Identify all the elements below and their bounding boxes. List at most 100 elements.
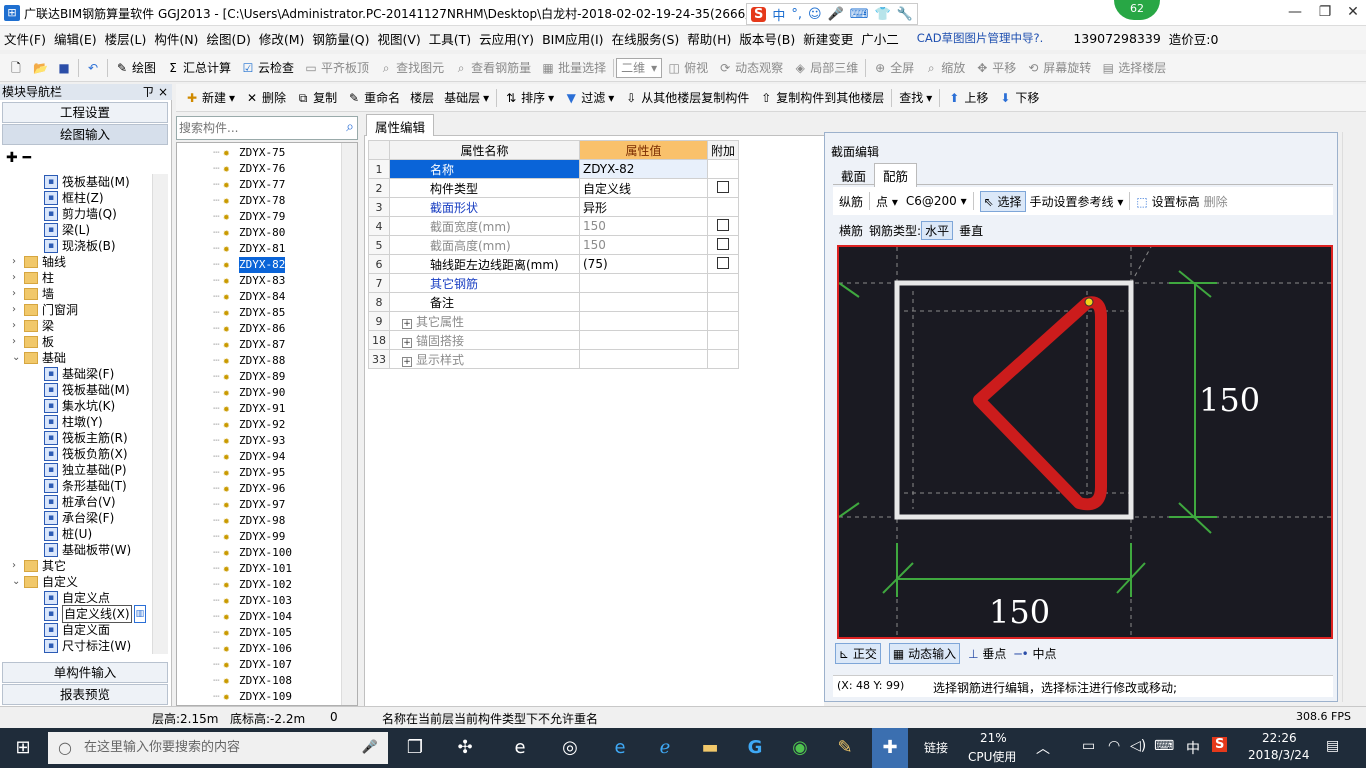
expand-plus-icon[interactable]: + bbox=[402, 356, 412, 367]
search-box[interactable]: ⌕ bbox=[176, 116, 358, 140]
long-rebar-label[interactable]: 纵筋 bbox=[839, 193, 863, 210]
menu-file[interactable]: 文件(F) bbox=[0, 29, 50, 48]
checkbox[interactable] bbox=[717, 256, 729, 269]
vertical-button[interactable]: 垂直 bbox=[959, 222, 983, 239]
menu-help[interactable]: 帮助(H) bbox=[683, 29, 735, 48]
tree-item[interactable]: ▪ 梁(L) bbox=[4, 222, 152, 238]
table-row[interactable]: 5 截面高度(mm) 150 bbox=[368, 235, 740, 255]
active-app-icon[interactable]: ✚ bbox=[872, 728, 908, 768]
expand-plus-icon[interactable]: + bbox=[402, 318, 412, 329]
rotate-button[interactable]: ⟲ 屏幕旋转 bbox=[1021, 57, 1096, 79]
pin-close-icon[interactable]: ㄗ × bbox=[142, 84, 168, 100]
table-row[interactable]: 6 轴线距左边线距离(mm) (75) bbox=[368, 254, 740, 274]
menu-account[interactable]: 13907298339 bbox=[1047, 31, 1164, 46]
tree-item[interactable]: ▪ 尺寸标注(W) bbox=[4, 638, 152, 654]
list-item[interactable]: ┄ ✹ ZDYX-96 bbox=[177, 481, 341, 497]
property-extra[interactable] bbox=[706, 311, 740, 331]
menu-cloud[interactable]: 云应用(Y) bbox=[475, 29, 538, 48]
rebar-shape[interactable] bbox=[973, 296, 1107, 511]
menu-new-change[interactable]: 新建变更 bbox=[799, 29, 857, 48]
local-3d-button[interactable]: ◈ 局部三维 bbox=[788, 57, 863, 79]
list-item[interactable]: ┄ ✹ ZDYX-109 bbox=[177, 689, 341, 705]
batch-select-button[interactable]: ▦ 批量选择 bbox=[536, 57, 611, 79]
tree-folder[interactable]: › 柱 bbox=[4, 270, 152, 286]
copy-from-floor-button[interactable]: ⇩ 从其他楼层复制构件 bbox=[619, 87, 754, 109]
app-icon-swirl[interactable]: ◎ bbox=[555, 734, 585, 762]
property-value[interactable]: (75) bbox=[579, 254, 708, 274]
tree-item[interactable]: ▪ 剪力墙(Q) bbox=[4, 206, 152, 222]
windows-start-icon[interactable]: ⊞ bbox=[8, 734, 38, 762]
horizontal-button[interactable]: 水平 bbox=[921, 220, 954, 240]
flat-top-button[interactable]: ▭ 平齐板顶 bbox=[299, 57, 374, 79]
expand-plus-icon[interactable]: + bbox=[402, 337, 412, 348]
list-item[interactable]: ┄ ✹ ZDYX-85 bbox=[177, 305, 341, 321]
top-view-button[interactable]: ◫ 俯视 bbox=[662, 57, 713, 79]
wifi-icon[interactable]: ◠ bbox=[1108, 738, 1120, 754]
link-label[interactable]: 链接 bbox=[924, 739, 948, 756]
menu-tools[interactable]: 工具(T) bbox=[425, 29, 475, 48]
tree-folder[interactable]: › 板 bbox=[4, 334, 152, 350]
microphone-icon[interactable]: 🎤 bbox=[362, 732, 378, 764]
property-value[interactable]: ZDYX-82 bbox=[579, 159, 708, 179]
main-scrollbar[interactable] bbox=[1342, 132, 1358, 702]
delete-button[interactable]: ✕ 删除 bbox=[240, 87, 291, 109]
list-item[interactable]: ┄ ✹ ZDYX-94 bbox=[177, 449, 341, 465]
list-item[interactable]: ┄ ✹ ZDYX-101 bbox=[177, 561, 341, 577]
ime-skin-icon[interactable]: 👕 bbox=[875, 7, 891, 22]
rebar-spec-select[interactable]: C6@200 ▾ bbox=[902, 194, 967, 208]
rebar-node-marker[interactable] bbox=[1084, 297, 1094, 307]
tree-scrollbar[interactable] bbox=[152, 174, 168, 654]
fullscreen-button[interactable]: ⊕ 全屏 bbox=[868, 57, 919, 79]
tree-item[interactable]: ▪ 自定义线(X) ▥ bbox=[4, 605, 152, 623]
property-extra[interactable] bbox=[706, 254, 740, 274]
list-item[interactable]: ┄ ✹ ZDYX-75 bbox=[177, 145, 341, 161]
property-extra[interactable] bbox=[706, 235, 740, 255]
grid-view-icon[interactable]: ▥ bbox=[133, 605, 147, 623]
tree-item[interactable]: ▪ 现浇板(B) bbox=[4, 238, 152, 254]
single-component-input-button[interactable]: 单构件输入 bbox=[2, 662, 168, 683]
filter-button[interactable]: ▼ 过滤 ▾ bbox=[559, 87, 619, 109]
notification-badge[interactable]: 62 bbox=[1114, 0, 1160, 20]
tree-item[interactable]: ▪ 基础梁(F) bbox=[4, 366, 152, 382]
tree-item[interactable]: ▪ 承台梁(F) bbox=[4, 510, 152, 526]
expand-collapse-icons[interactable]: ✚ ━ bbox=[6, 150, 31, 166]
tree-item[interactable]: ▪ 柱墩(Y) bbox=[4, 414, 152, 430]
menu-rebar[interactable]: 钢筋量(Q) bbox=[308, 29, 373, 48]
table-row[interactable]: 3 截面形状 异形 bbox=[368, 197, 740, 217]
property-value[interactable] bbox=[579, 273, 708, 293]
tree-item[interactable]: ▪ 框柱(Z) bbox=[4, 190, 152, 206]
perpendicular-button[interactable]: ⊥ 垂点 bbox=[968, 645, 1006, 662]
tree-item[interactable]: ▪ 自定义点 bbox=[4, 590, 152, 606]
list-item[interactable]: ┄ ✹ ZDYX-100 bbox=[177, 545, 341, 561]
list-item[interactable]: ┄ ✹ ZDYX-88 bbox=[177, 353, 341, 369]
list-item[interactable]: ┄ ✹ ZDYX-77 bbox=[177, 177, 341, 193]
tree-folder[interactable]: › 墙 bbox=[4, 286, 152, 302]
table-row[interactable]: 18 + 锚固搭接 bbox=[368, 330, 740, 350]
table-row[interactable]: 4 截面宽度(mm) 150 bbox=[368, 216, 740, 236]
tree-item[interactable]: ▪ 集水坑(K) bbox=[4, 398, 152, 414]
dimension-width-label[interactable]: 150 bbox=[989, 593, 1050, 631]
list-item[interactable]: ┄ ✹ ZDYX-92 bbox=[177, 417, 341, 433]
set-label-button[interactable]: ⬚ 设置标高 bbox=[1136, 193, 1199, 210]
sogou-tray-icon[interactable]: S bbox=[1212, 737, 1228, 752]
chevron-right-icon[interactable]: › bbox=[12, 302, 24, 318]
sum-calc-button[interactable]: Σ 汇总计算 bbox=[161, 57, 236, 79]
list-item[interactable]: ┄ ✹ ZDYX-80 bbox=[177, 225, 341, 241]
list-item[interactable]: ┄ ✹ ZDYX-99 bbox=[177, 529, 341, 545]
menu-edit[interactable]: 编辑(E) bbox=[50, 29, 101, 48]
tab-property-edit[interactable]: 属性编辑 bbox=[366, 114, 435, 138]
green-app-icon[interactable]: ◉ bbox=[785, 734, 815, 762]
glodon-g-icon[interactable]: G bbox=[740, 734, 770, 762]
tree-item[interactable]: ▪ 自定义面 bbox=[4, 622, 152, 638]
dynamic-observe-button[interactable]: ⟳ 动态观察 bbox=[713, 57, 788, 79]
chevron-down-icon[interactable]: ⌄ bbox=[12, 350, 24, 366]
list-item[interactable]: ┄ ✹ ZDYX-104 bbox=[177, 609, 341, 625]
property-extra[interactable] bbox=[706, 178, 740, 198]
menu-beans[interactable]: 造价豆:0 bbox=[1165, 29, 1223, 48]
view-mode-select[interactable]: 二维 ▾ bbox=[616, 57, 663, 78]
section-canvas[interactable]: 150 150 bbox=[837, 245, 1333, 639]
draw-button[interactable]: ✎ 绘图 bbox=[110, 57, 161, 79]
tree-item[interactable]: ▪ 筏板基础(M) bbox=[4, 174, 152, 190]
report-preview-button[interactable]: 报表预览 bbox=[2, 684, 168, 705]
list-item[interactable]: ┄ ✹ ZDYX-95 bbox=[177, 465, 341, 481]
